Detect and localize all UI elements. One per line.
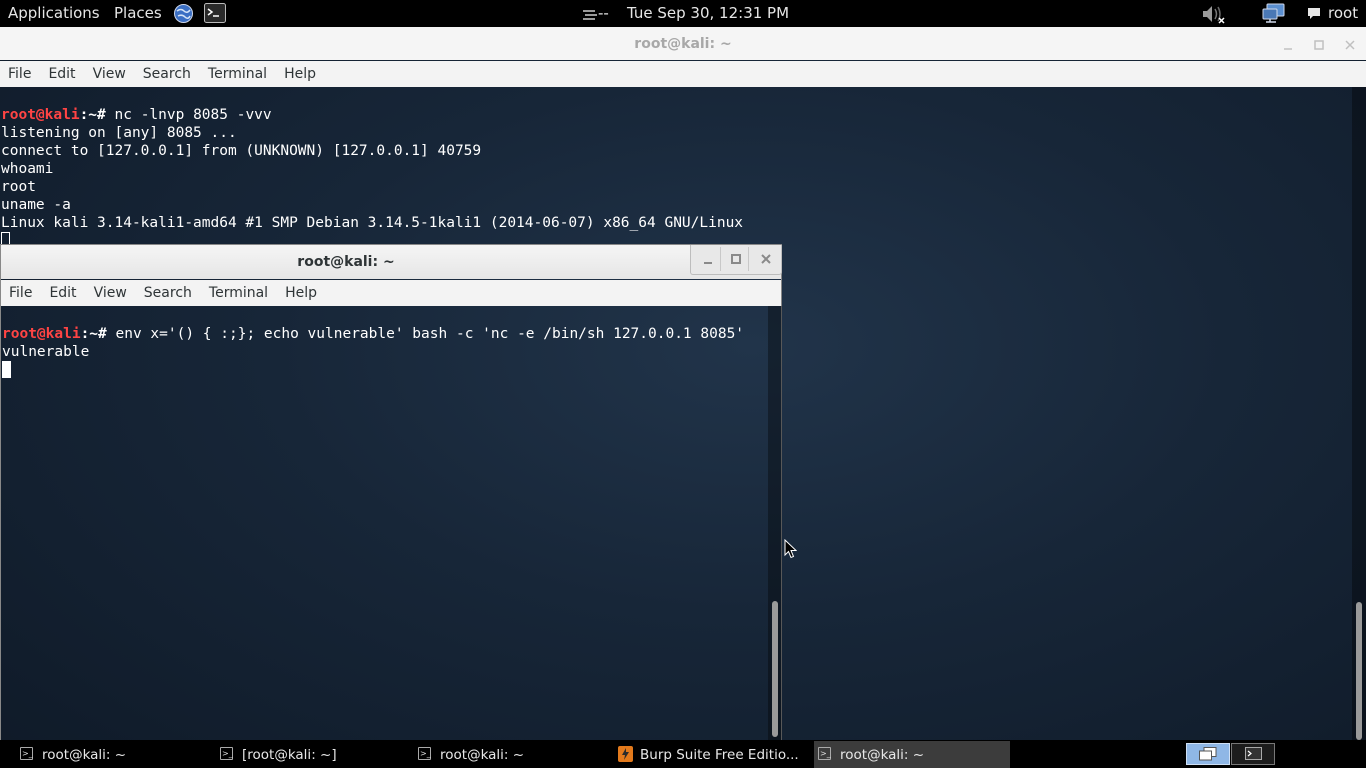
command-line: nc -lnvp 8085 -vvv bbox=[114, 107, 272, 123]
task-button[interactable]: >_ root@kali: ~ bbox=[16, 741, 210, 768]
menu-edit[interactable]: Edit bbox=[49, 285, 76, 301]
task-label: Burp Suite Free Editio... bbox=[640, 746, 799, 763]
terminal-icon: >_ bbox=[818, 747, 831, 760]
mouse-pointer-icon bbox=[784, 538, 798, 563]
window-title: root@kali: ~ bbox=[634, 35, 732, 52]
applications-menu[interactable]: Applications bbox=[8, 4, 100, 22]
task-label: root@kali: ~ bbox=[440, 746, 525, 763]
maximize-button[interactable] bbox=[1311, 37, 1327, 53]
terminal-output-main[interactable]: root@kali:~# nc -lnvp 8085 -vvv listenin… bbox=[1, 88, 743, 251]
workspace-1[interactable] bbox=[1186, 743, 1230, 765]
task-button-active[interactable]: >_ root@kali: ~ bbox=[814, 741, 1010, 768]
close-button[interactable] bbox=[1342, 37, 1358, 53]
output-line: listening on [any] 8085 ... bbox=[1, 125, 237, 141]
menu-view[interactable]: View bbox=[94, 285, 127, 301]
close-button[interactable] bbox=[753, 247, 779, 271]
burp-suite-icon bbox=[618, 746, 633, 766]
maximize-button[interactable] bbox=[723, 247, 749, 271]
output-line: connect to [127.0.0.1] from (UNKNOWN) [1… bbox=[1, 143, 482, 159]
scrollbar-main[interactable] bbox=[1352, 87, 1366, 740]
menubar-front: File Edit View Search Terminal Help bbox=[1, 280, 781, 306]
terminal-icon: >_ bbox=[418, 747, 431, 760]
menu-file[interactable]: File bbox=[9, 285, 32, 301]
menubar-main: File Edit View Search Terminal Help bbox=[0, 61, 1366, 87]
terminal-window-front[interactable]: root@kali: ~ File Edit View Search Termi… bbox=[0, 244, 782, 741]
user-menu[interactable]: root bbox=[1328, 4, 1358, 22]
menu-edit[interactable]: Edit bbox=[48, 66, 75, 82]
status-dashes: -- bbox=[598, 4, 609, 22]
terminal-icon: >_ bbox=[220, 747, 233, 760]
menu-help[interactable]: Help bbox=[285, 285, 317, 301]
scrollbar-front[interactable] bbox=[768, 306, 782, 741]
top-panel: Applications Places -- Tue Sep 30, 12:31… bbox=[0, 0, 1366, 27]
menu-search[interactable]: Search bbox=[144, 285, 192, 301]
output-line: vulnerable bbox=[2, 344, 90, 360]
menu-terminal[interactable]: Terminal bbox=[209, 285, 268, 301]
prompt-path: :~# bbox=[80, 326, 116, 342]
task-label: root@kali: ~ bbox=[42, 746, 127, 763]
output-line: uname -a bbox=[1, 197, 71, 213]
command-line: env x='() { :;}; echo vulnerable' bash -… bbox=[115, 326, 745, 342]
task-label: [root@kali: ~] bbox=[242, 746, 337, 763]
window-buttons bbox=[690, 245, 782, 275]
titlebar-main[interactable]: root@kali: ~ bbox=[0, 27, 1366, 60]
web-browser-icon[interactable] bbox=[173, 3, 194, 28]
terminal-icon: >_ bbox=[20, 747, 33, 760]
output-line: root bbox=[1, 179, 36, 195]
text-cursor bbox=[2, 361, 11, 378]
menu-file[interactable]: File bbox=[8, 66, 31, 82]
menu-terminal[interactable]: Terminal bbox=[208, 66, 267, 82]
terminal-output-front[interactable]: root@kali:~# env x='() { :;}; echo vulne… bbox=[2, 307, 744, 380]
menu-search[interactable]: Search bbox=[143, 66, 191, 82]
task-button[interactable]: >_ [root@kali: ~] bbox=[216, 741, 410, 768]
menu-view[interactable]: View bbox=[93, 66, 126, 82]
task-button[interactable]: >_ root@kali: ~ bbox=[414, 741, 610, 768]
workspace-switcher bbox=[1186, 743, 1276, 765]
output-line: Linux kali 3.14-kali1-amd64 #1 SMP Debia… bbox=[1, 215, 744, 231]
chat-status-icon[interactable] bbox=[1307, 6, 1321, 24]
taskbar: >_ root@kali: ~ >_ [root@kali: ~] >_ roo… bbox=[0, 740, 1366, 768]
network-connection-icon[interactable] bbox=[1262, 3, 1286, 28]
clock[interactable]: Tue Sep 30, 12:31 PM bbox=[627, 4, 789, 22]
output-line: whoami bbox=[1, 161, 54, 177]
prompt-path: :~# bbox=[79, 107, 115, 123]
minimize-button[interactable] bbox=[1280, 37, 1296, 53]
network-activity-icon bbox=[583, 7, 597, 25]
volume-muted-icon[interactable] bbox=[1201, 3, 1227, 29]
terminal-launcher-icon[interactable] bbox=[204, 3, 226, 27]
prompt-user: root@kali bbox=[1, 107, 80, 123]
scrollbar-thumb[interactable] bbox=[1356, 602, 1362, 740]
places-menu[interactable]: Places bbox=[114, 4, 162, 22]
window-title: root@kali: ~ bbox=[297, 254, 395, 270]
workspace-2[interactable] bbox=[1231, 743, 1275, 765]
scrollbar-thumb[interactable] bbox=[772, 601, 778, 737]
titlebar-front[interactable]: root@kali: ~ bbox=[1, 245, 781, 279]
minimize-button[interactable] bbox=[695, 247, 721, 271]
task-button[interactable]: Burp Suite Free Editio... bbox=[614, 741, 810, 768]
task-label: root@kali: ~ bbox=[840, 746, 925, 763]
prompt-user: root@kali bbox=[2, 326, 81, 342]
menu-help[interactable]: Help bbox=[284, 66, 316, 82]
